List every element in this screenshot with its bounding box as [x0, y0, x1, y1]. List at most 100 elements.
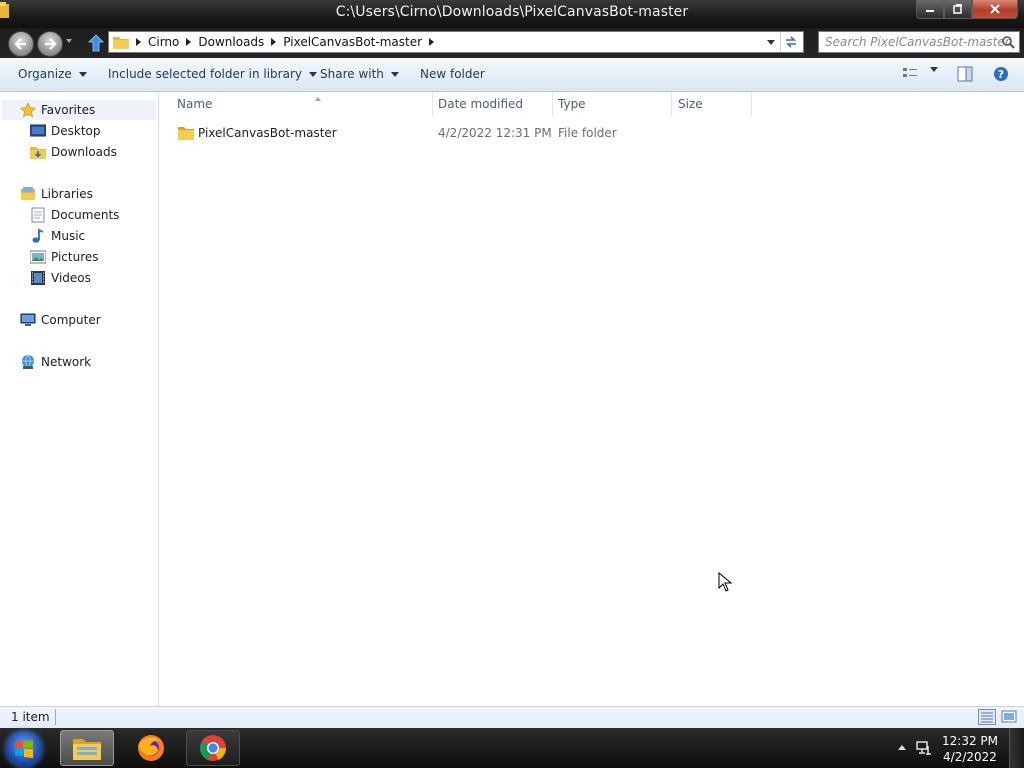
chevron-down-icon [308, 71, 317, 77]
clock[interactable]: 12:32 PM 4/2/2022 [942, 733, 998, 765]
navigation-pane: Favorites Desktop Downloads Libraries Do… [0, 92, 159, 706]
up-arrow-icon[interactable] [88, 34, 104, 52]
nav-favorites-label: Favorites [41, 103, 96, 117]
breadcrumb-downloads[interactable]: Downloads [198, 35, 264, 49]
file-type: File folder [558, 126, 617, 140]
taskbar-firefox-button[interactable] [124, 730, 178, 766]
show-hidden-icons-icon[interactable] [898, 744, 906, 750]
column-divider[interactable] [751, 92, 752, 116]
preview-pane-icon[interactable] [957, 66, 973, 82]
refresh-icon [786, 36, 796, 48]
column-header-type-label: Type [558, 97, 586, 111]
search-icon [1002, 36, 1015, 49]
column-header-date-label: Date modified [438, 97, 524, 111]
column-header-name-label: Name [177, 97, 213, 111]
view-options-dropdown[interactable] [923, 67, 938, 72]
back-arrow-icon [14, 38, 26, 50]
nav-pictures[interactable]: Pictures [30, 249, 99, 265]
nav-videos[interactable]: Videos [30, 270, 91, 286]
column-header-type[interactable]: Type [558, 97, 586, 111]
address-row: Cirno Downloads PixelCanvasBot-master Se… [0, 28, 1024, 58]
taskbar-chrome-button[interactable] [186, 730, 240, 766]
file-explorer-icon [73, 739, 101, 760]
nav-computer[interactable]: Computer [20, 312, 101, 328]
pictures-icon [30, 249, 46, 265]
column-divider[interactable] [552, 92, 553, 116]
taskbar-explorer-button[interactable] [60, 730, 114, 766]
new-folder-button[interactable]: New folder [420, 67, 485, 81]
title-bar: C:\Users\Cirno\Downloads\PixelCanvasBot-… [0, 0, 1024, 28]
nav-libraries-label: Libraries [41, 187, 93, 201]
nav-downloads[interactable]: Downloads [30, 144, 117, 160]
minimize-button[interactable] [916, 0, 944, 19]
nav-documents-label: Documents [51, 208, 120, 222]
help-icon[interactable]: ? [993, 66, 1009, 82]
music-icon [30, 228, 46, 244]
search-placeholder: Search PixelCanvasBot-master [825, 35, 1010, 49]
network-icon [20, 354, 36, 370]
recent-pages-dropdown[interactable] [66, 39, 72, 43]
chevron-down-icon [930, 67, 938, 72]
breadcrumb-arrow-icon[interactable] [429, 38, 435, 46]
breadcrumb-arrow-icon[interactable] [186, 38, 192, 46]
refresh-button[interactable] [780, 33, 801, 51]
column-header-size[interactable]: Size [678, 97, 703, 111]
breadcrumb-arrow-icon[interactable] [271, 38, 277, 46]
nav-libraries[interactable]: Libraries [20, 186, 93, 202]
nav-music-label: Music [51, 229, 86, 243]
minimize-icon [926, 10, 934, 12]
back-button[interactable] [8, 31, 34, 57]
star-icon [20, 102, 36, 118]
libraries-icon [20, 186, 36, 202]
column-header-name[interactable]: Name [177, 97, 432, 121]
nav-music[interactable]: Music [30, 228, 85, 244]
file-row[interactable]: PixelCanvasBot-master 4/2/2022 12:31 PM … [176, 124, 776, 144]
system-tray: 12:32 PM 4/2/2022 [884, 728, 1024, 768]
breadcrumb-cirno[interactable]: Cirno [148, 35, 179, 49]
details-view-icon[interactable] [978, 709, 996, 725]
desktop-icon [30, 123, 46, 139]
restore-button[interactable] [944, 0, 972, 19]
search-input[interactable]: Search PixelCanvasBot-master [818, 31, 1020, 53]
address-dropdown-icon[interactable] [767, 40, 775, 45]
svg-text:?: ? [998, 68, 1004, 81]
item-count: 1 item [11, 710, 50, 724]
column-header-size-label: Size [678, 97, 703, 111]
organize-button[interactable]: Organize [18, 67, 87, 81]
close-icon [990, 4, 1000, 14]
start-button[interactable] [6, 731, 42, 767]
chevron-down-icon [390, 71, 399, 77]
nav-computer-label: Computer [41, 313, 101, 327]
column-divider[interactable] [671, 92, 672, 116]
file-list[interactable]: Name Date modified Type Size PixelCanvas… [159, 92, 1024, 706]
network-status-icon[interactable] [916, 740, 932, 756]
show-desktop-button[interactable] [1009, 728, 1024, 768]
breadcrumb-pixelcanvasbot-master[interactable]: PixelCanvasBot-master [283, 35, 422, 49]
window-title: C:\Users\Cirno\Downloads\PixelCanvasBot-… [335, 4, 689, 20]
include-in-library-button[interactable]: Include selected folder in library [108, 67, 317, 81]
column-divider[interactable] [432, 92, 433, 116]
column-header-date[interactable]: Date modified [438, 97, 523, 111]
address-bar[interactable]: Cirno Downloads PixelCanvasBot-master [108, 31, 804, 53]
forward-button[interactable] [37, 31, 63, 57]
chrome-icon [200, 735, 227, 761]
large-icons-view-icon[interactable] [1001, 709, 1019, 725]
share-with-button[interactable]: Share with [320, 67, 399, 81]
nav-desktop[interactable]: Desktop [30, 123, 101, 139]
close-button[interactable] [972, 0, 1018, 19]
breadcrumb-arrow-icon[interactable] [136, 38, 141, 46]
organize-label: Organize [18, 67, 72, 81]
nav-videos-label: Videos [51, 271, 91, 285]
file-name: PixelCanvasBot-master [198, 126, 337, 140]
share-with-label: Share with [320, 67, 384, 81]
nav-favorites[interactable]: Favorites [2, 100, 156, 120]
mouse-cursor-icon [718, 572, 732, 592]
nav-network[interactable]: Network [20, 354, 91, 370]
taskbar: 12:32 PM 4/2/2022 [0, 728, 1024, 768]
include-in-library-label: Include selected folder in library [108, 67, 302, 81]
nav-downloads-label: Downloads [51, 145, 117, 159]
status-divider [55, 709, 56, 725]
nav-documents[interactable]: Documents [30, 207, 119, 223]
downloads-folder-icon [30, 144, 46, 160]
view-options-icon[interactable] [902, 66, 918, 80]
